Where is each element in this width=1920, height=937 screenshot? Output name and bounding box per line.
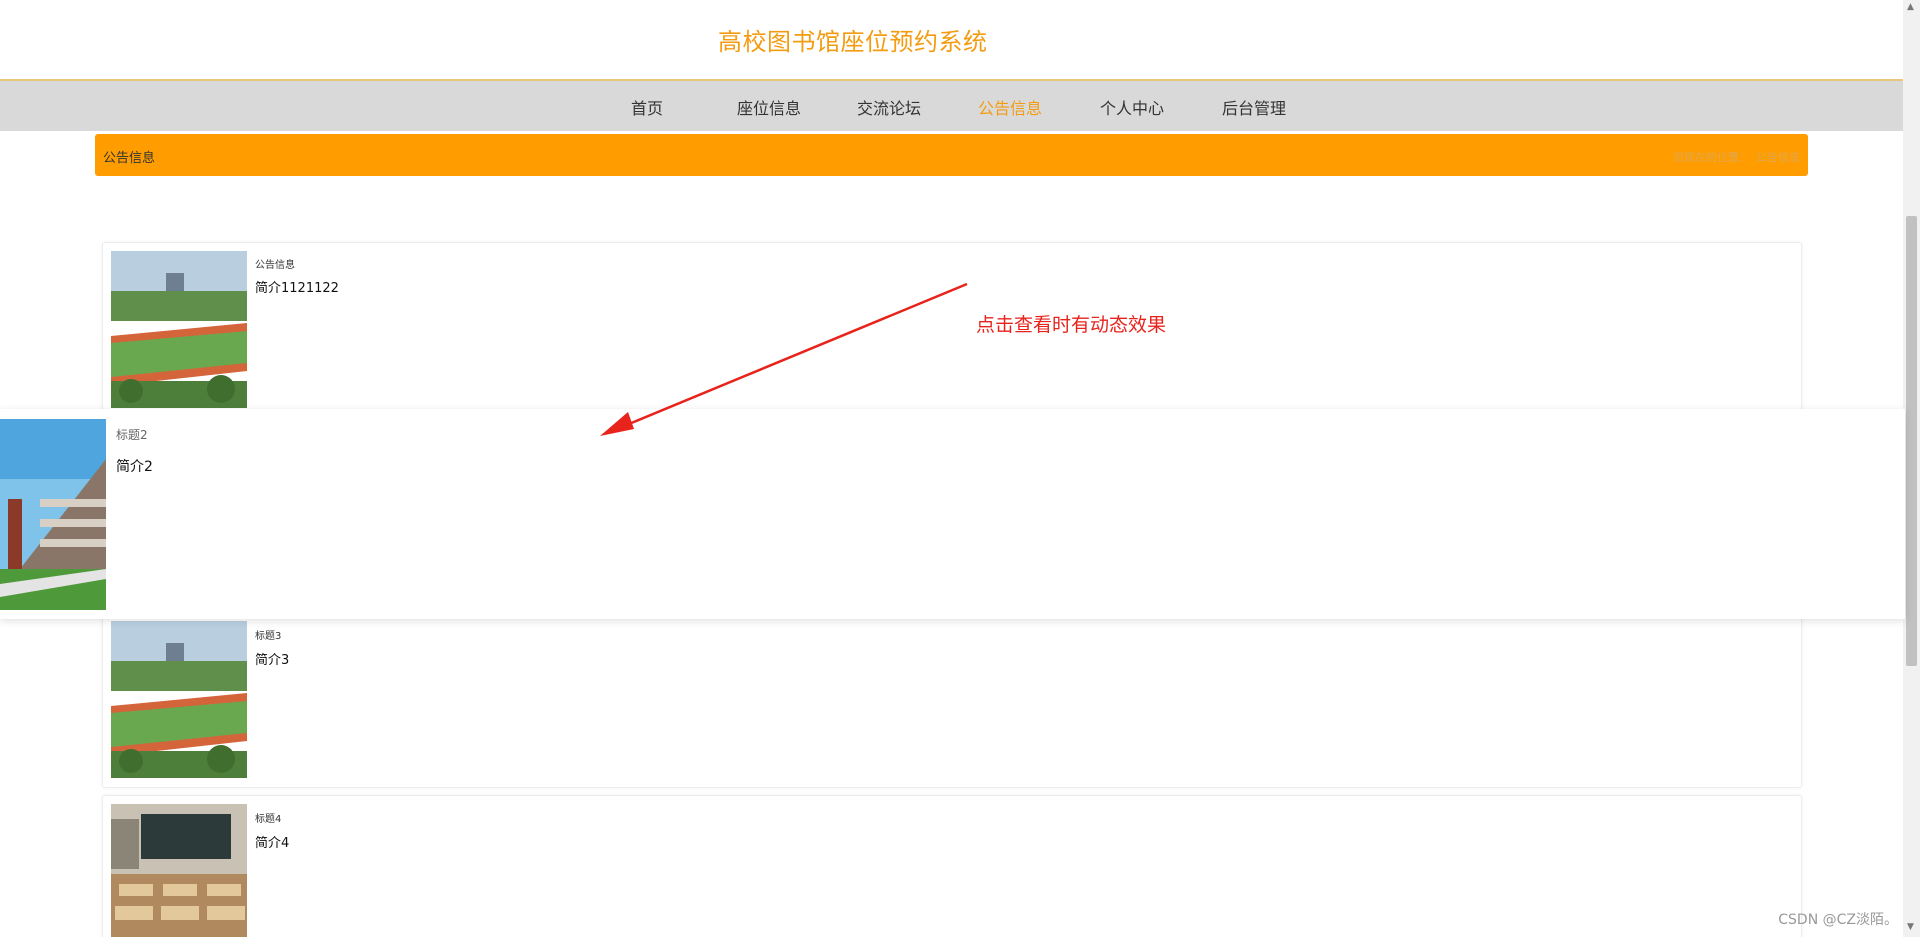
notice-title: 标题4 xyxy=(255,814,282,825)
campus-building-image xyxy=(0,419,106,610)
main-nav: 首页 座位信息 交流论坛 公告信息 个人中心 后台管理 xyxy=(0,81,1903,131)
nav-item-home[interactable]: 首页 xyxy=(631,95,663,119)
notice-title: 标题2 xyxy=(116,428,148,442)
notice-card-3[interactable]: 标题3 简介3 xyxy=(102,612,1802,788)
site-header: 高校图书馆座位预约系统 xyxy=(0,0,1903,81)
annotation-text: 点击查看时有动态效果 xyxy=(976,314,1167,336)
page: 高校图书馆座位预约系统 首页 座位信息 交流论坛 公告信息 个人中心 后台管理 … xyxy=(0,0,1920,937)
sports-field-image xyxy=(111,251,247,408)
nav-item-forum[interactable]: 交流论坛 xyxy=(857,95,921,119)
classroom-image xyxy=(111,804,247,937)
notice-desc: 简介1121122 xyxy=(255,281,339,296)
notice-desc: 简介4 xyxy=(255,836,290,851)
nav-item-notices[interactable]: 公告信息 xyxy=(978,95,1042,119)
breadcrumb-current-page[interactable]: 公告信息 xyxy=(1756,151,1800,164)
nav-item-admin[interactable]: 后台管理 xyxy=(1222,95,1286,119)
scroll-up-icon[interactable]: ▲ xyxy=(1907,2,1914,12)
breadcrumb: 您现在的位置： 公告信息 xyxy=(1667,149,1800,165)
notice-title: 标题3 xyxy=(255,631,282,642)
page-title: 公告信息 xyxy=(103,151,156,166)
notice-desc: 简介3 xyxy=(255,653,290,668)
site-title: 高校图书馆座位预约系统 xyxy=(718,28,988,56)
breadcrumb-location-label: 您现在的位置： xyxy=(1673,151,1750,164)
nav-item-seats[interactable]: 座位信息 xyxy=(737,95,801,119)
page-scrollbar[interactable]: ▲ ▼ xyxy=(1903,0,1920,937)
notice-desc: 简介2 xyxy=(116,459,153,475)
sports-field-image xyxy=(111,621,247,778)
nav-item-profile[interactable]: 个人中心 xyxy=(1100,95,1164,119)
scroll-down-icon[interactable]: ▼ xyxy=(1907,922,1914,932)
watermark: CSDN @CZ淡陌。 xyxy=(1778,912,1898,928)
annotation-arrow-icon xyxy=(600,282,968,436)
notice-card-4[interactable]: 标题4 简介4 xyxy=(102,795,1802,937)
notice-title: 公告信息 xyxy=(255,260,295,271)
scrollbar-thumb[interactable] xyxy=(1906,216,1917,666)
breadcrumb-bar: 公告信息 您现在的位置： 公告信息 xyxy=(95,134,1808,176)
